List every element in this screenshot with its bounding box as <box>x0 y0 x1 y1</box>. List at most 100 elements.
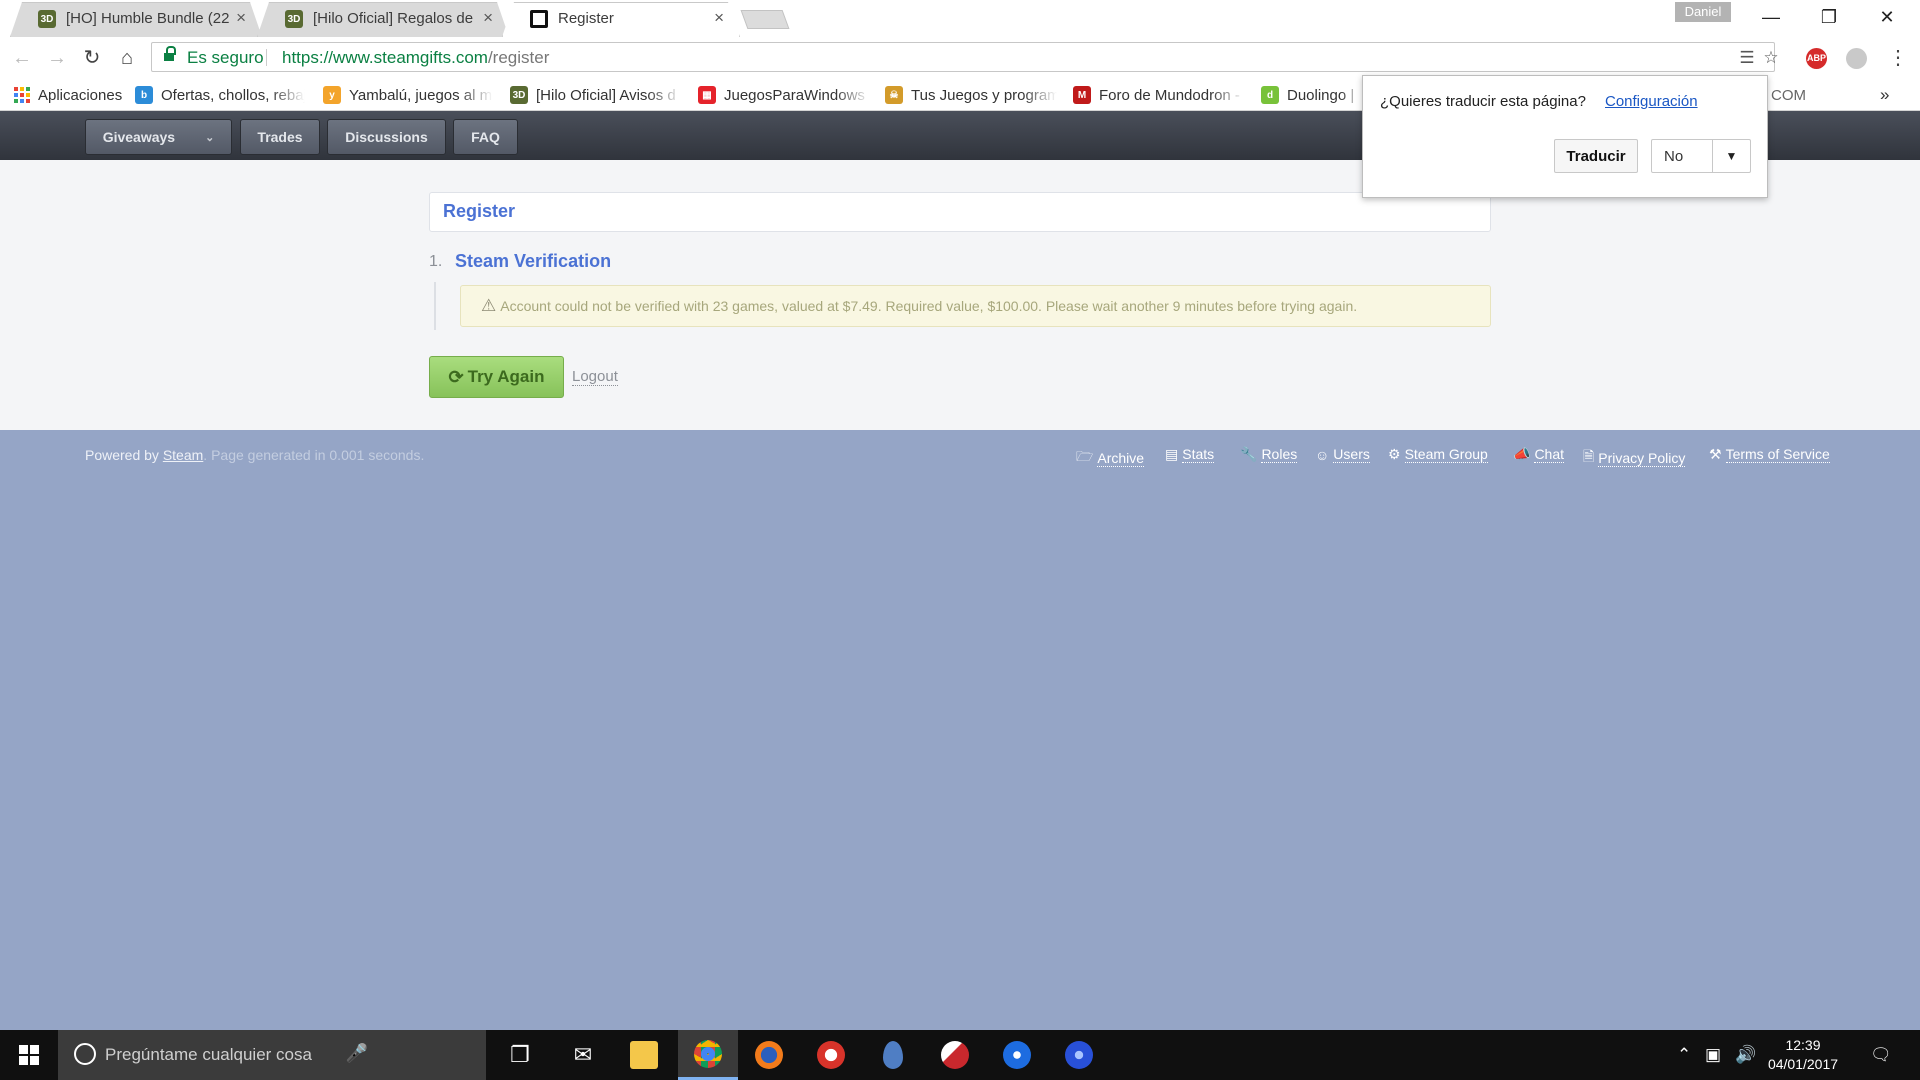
translate-question: ¿Quieres traducir esta página? <box>1380 93 1586 110</box>
tab-title: [HO] Humble Bundle (22 <box>66 10 230 27</box>
bookmark-com[interactable]: COM <box>1771 85 1806 105</box>
task-view-icon[interactable]: ❐ <box>490 1030 550 1080</box>
browser-tab-hilo-oficial[interactable]: 3D [Hilo Oficial] Regalos de × <box>257 0 509 37</box>
windows-games-icon: ▦ <box>698 86 716 104</box>
nav-trades-button[interactable]: Trades <box>240 119 320 155</box>
3djuegos-icon: 3D <box>285 10 303 28</box>
powered-by-text: Powered by Steam. Page generated in 0.00… <box>85 447 425 463</box>
bookmarks-overflow-chevron-icon[interactable]: » <box>1880 85 1889 105</box>
browser-titlebar: 3D [HO] Humble Bundle (22 × 3D [Hilo Ofi… <box>0 0 1920 37</box>
url-text[interactable]: https://www.steamgifts.com/register <box>282 48 549 68</box>
mail-icon[interactable]: ✉ <box>553 1030 613 1080</box>
site-footer: Powered by Steam. Page generated in 0.00… <box>0 430 1920 1030</box>
cortana-search-box[interactable]: Pregúntame cualquier cosa 🎤 <box>58 1030 486 1080</box>
footer-chat-link[interactable]: 📣 Chat <box>1513 446 1565 463</box>
logout-link[interactable]: Logout <box>572 368 618 386</box>
bookmark-mundodron[interactable]: M Foro de Mundodron - <box>1073 85 1245 105</box>
warning-icon: ⚠ <box>481 296 497 315</box>
footer-users-link[interactable]: ☺ Users <box>1315 446 1370 463</box>
bullhorn-icon: 📣 <box>1513 446 1531 462</box>
bookmark-tus-juegos[interactable]: ☠ Tus Juegos y program <box>885 85 1057 105</box>
back-icon[interactable]: ← <box>10 46 34 70</box>
profile-button[interactable]: Daniel <box>1675 2 1731 22</box>
new-tab-button[interactable] <box>740 10 790 29</box>
address-bar[interactable]: Es seguro https://www.steamgifts.com/reg… <box>151 42 1779 72</box>
network-icon[interactable]: ▣ <box>1705 1045 1721 1065</box>
action-center-icon[interactable]: 🗨 <box>1870 1045 1892 1065</box>
menu-icon[interactable]: ⋮ <box>1886 46 1910 70</box>
close-tab-icon[interactable]: × <box>714 8 724 28</box>
firefox-icon[interactable] <box>739 1030 799 1080</box>
dropdown-arrow-icon[interactable]: ▼ <box>1712 140 1750 172</box>
nav-discussions-button[interactable]: Discussions <box>327 119 446 155</box>
steamgifts-icon <box>530 10 548 28</box>
folder-open-icon: 🗁 <box>1076 448 1094 464</box>
nav-giveaways-button[interactable]: Giveaways ⌄ <box>85 119 232 155</box>
close-tab-icon[interactable]: × <box>236 8 246 28</box>
file-explorer-icon[interactable] <box>614 1030 674 1080</box>
footer-terms-link[interactable]: ⚒ Terms of Service <box>1709 446 1830 463</box>
footer-roles-link[interactable]: 🔧 Roles <box>1240 446 1298 463</box>
divider <box>266 49 267 66</box>
quill-app-icon[interactable] <box>925 1030 985 1080</box>
bookmark-juegosparawindows[interactable]: ▦ JuegosParaWindows - <box>698 85 870 105</box>
ccleaner-icon[interactable] <box>801 1030 861 1080</box>
close-tab-icon[interactable]: × <box>483 8 493 28</box>
volume-icon[interactable]: 🔊 <box>1735 1045 1756 1065</box>
browser-tab-humble-bundle[interactable]: 3D [HO] Humble Bundle (22 × <box>10 0 262 37</box>
gavel-icon: ⚒ <box>1709 446 1722 462</box>
home-icon[interactable]: ⌂ <box>115 46 139 70</box>
file-icon: 🗎 <box>1583 448 1595 464</box>
3djuegos-icon: 3D <box>510 86 528 104</box>
translate-button[interactable]: Traducir <box>1554 139 1638 173</box>
footer-privacy-policy-link[interactable]: 🗎 Privacy Policy <box>1583 446 1686 470</box>
bookmark-avisos[interactable]: 3D [Hilo Oficial] Avisos d <box>510 85 682 105</box>
bookmark-star-icon[interactable]: ☆ <box>1761 48 1781 68</box>
bookmark-duolingo[interactable]: d Duolingo | <box>1261 85 1361 105</box>
3djuegos-icon: 3D <box>38 10 56 28</box>
step-divider <box>434 282 436 330</box>
no-option-label: No <box>1664 148 1684 165</box>
verification-warning: ⚠ Account could not be verified with 23 … <box>460 285 1491 327</box>
footer-archive-link[interactable]: 🗁 Archive <box>1076 446 1145 470</box>
forward-icon[interactable]: → <box>45 46 69 70</box>
bookmark-ofertas[interactable]: b Ofertas, chollos, rebaj <box>135 85 305 105</box>
footer-stats-link[interactable]: ▤ Stats <box>1165 446 1215 463</box>
no-translate-select[interactable]: No ▼ <box>1651 139 1751 173</box>
translate-icon[interactable]: ☰ <box>1737 48 1757 68</box>
refresh-icon: ⟳ <box>448 366 464 387</box>
step-title: Steam Verification <box>455 251 612 271</box>
clock-date: 04/01/2017 <box>1767 1056 1839 1072</box>
droplet-app-icon[interactable] <box>863 1030 923 1080</box>
wrench-icon: 🔧 <box>1240 446 1258 462</box>
bargains-icon: b <box>135 86 153 104</box>
footer-steam-group-link[interactable]: ⚙ Steam Group <box>1388 446 1488 463</box>
chrome-icon[interactable] <box>678 1030 738 1080</box>
settings-app-icon[interactable] <box>1049 1030 1109 1080</box>
translate-settings-link[interactable]: Configuración <box>1605 93 1698 110</box>
windows-taskbar: Pregúntame cualquier cosa 🎤 ❐ ✉ ⌃ ▣ 🔊 12… <box>0 1030 1920 1080</box>
reload-icon[interactable]: ↻ <box>80 46 104 70</box>
bookmark-apps[interactable]: Aplicaciones <box>14 85 122 105</box>
steam-link[interactable]: Steam <box>163 447 203 463</box>
disc-app-icon[interactable] <box>987 1030 1047 1080</box>
restore-icon[interactable]: ❐ <box>1800 0 1858 34</box>
microphone-icon[interactable]: 🎤 <box>346 1043 368 1064</box>
start-button[interactable] <box>0 1030 58 1080</box>
cortana-icon <box>74 1043 96 1065</box>
windows-logo-icon <box>19 1045 39 1065</box>
step-number: 1. <box>429 253 443 270</box>
show-hidden-icons-chevron-icon[interactable]: ⌃ <box>1677 1045 1691 1065</box>
nav-faq-button[interactable]: FAQ <box>453 119 518 155</box>
minimize-icon[interactable]: — <box>1742 0 1800 34</box>
system-clock[interactable]: 12:39 04/01/2017 <box>1767 1036 1839 1074</box>
try-again-button[interactable]: ⟳ Try Again <box>429 356 564 398</box>
adblock-plus-icon[interactable]: ABP <box>1806 48 1827 69</box>
mundodron-icon: M <box>1073 86 1091 104</box>
bookmark-yambalu[interactable]: y Yambalú, juegos al m <box>323 85 493 105</box>
browser-toolbar: ← → ↻ ⌂ Es seguro https://www.steamgifts… <box>0 37 1920 78</box>
bar-chart-icon: ▤ <box>1165 446 1179 462</box>
cloud-extension-icon[interactable] <box>1846 48 1867 69</box>
close-window-icon[interactable]: ✕ <box>1858 0 1916 34</box>
browser-tab-register[interactable]: Register × <box>502 0 740 37</box>
